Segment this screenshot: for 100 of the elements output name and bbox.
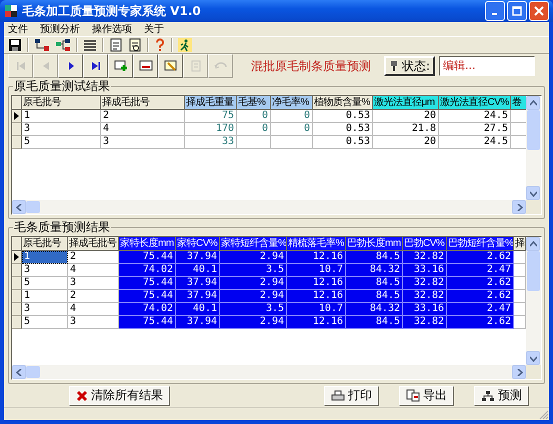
horizontal-scrollbar[interactable] bbox=[12, 200, 526, 214]
table-cell: 3 bbox=[22, 264, 68, 278]
scroll-down-button[interactable] bbox=[526, 186, 540, 200]
scroll-thumb[interactable] bbox=[527, 110, 540, 150]
navigator-button[interactable] bbox=[158, 54, 183, 78]
scroll-left-button[interactable] bbox=[12, 200, 26, 214]
table-cell: 2.62 bbox=[447, 277, 514, 290]
menu-item[interactable]: 文件 bbox=[8, 22, 28, 36]
minimize-button[interactable] bbox=[485, 1, 505, 21]
table-cell: 5 bbox=[22, 316, 68, 330]
table-cell: 2.94 bbox=[220, 251, 287, 264]
column-header[interactable]: 巴勃CV% bbox=[403, 237, 447, 252]
scroll-thumb[interactable] bbox=[26, 201, 40, 214]
list-icon[interactable] bbox=[83, 38, 97, 52]
table-cell bbox=[237, 136, 271, 150]
table-cell: 84.5 bbox=[346, 316, 403, 330]
row-indicator[interactable] bbox=[12, 251, 22, 264]
status-field[interactable]: 编辑... bbox=[439, 56, 535, 76]
navigator-button[interactable] bbox=[58, 54, 83, 78]
navigator-button[interactable] bbox=[108, 54, 133, 78]
row-indicator[interactable] bbox=[12, 110, 22, 124]
scrollbar-corner bbox=[526, 365, 541, 380]
column-header[interactable]: 择成毛批号 bbox=[68, 237, 119, 252]
table-cell: 33 bbox=[185, 136, 237, 150]
scroll-right-button[interactable] bbox=[512, 365, 526, 380]
edit-record-icon bbox=[164, 60, 178, 72]
vertical-scrollbar[interactable] bbox=[526, 237, 541, 380]
table-cell: 12.16 bbox=[287, 290, 346, 304]
horizontal-scrollbar[interactable] bbox=[12, 365, 526, 380]
column-header[interactable]: 择成毛批号 bbox=[101, 96, 185, 110]
help-icon[interactable] bbox=[154, 38, 166, 52]
column-header[interactable]: 净毛率% bbox=[271, 96, 313, 110]
navigator-button[interactable] bbox=[133, 54, 158, 78]
column-header[interactable]: 植物质含量% bbox=[313, 96, 373, 110]
column-header[interactable]: 家特短纤含量% bbox=[220, 237, 287, 252]
navigator-button[interactable] bbox=[83, 54, 108, 78]
scroll-down-button[interactable] bbox=[526, 351, 540, 366]
clear-button[interactable]: 清除所有结果 bbox=[69, 386, 170, 406]
table-cell: 2.47 bbox=[447, 303, 514, 316]
column-header[interactable]: 毛基% bbox=[237, 96, 271, 110]
table-cell: 0 bbox=[271, 123, 313, 136]
table-cell: 1 bbox=[22, 290, 68, 304]
scroll-up-button[interactable] bbox=[526, 237, 540, 252]
status-button[interactable]: 状态: bbox=[384, 56, 435, 76]
table-cell: 33.16 bbox=[403, 303, 447, 316]
export-button[interactable]: 导出 bbox=[399, 386, 454, 406]
resize-grip-icon[interactable] bbox=[539, 410, 549, 420]
printer-icon bbox=[331, 390, 345, 402]
column-header[interactable]: 原毛批号 bbox=[22, 96, 101, 110]
table-cell: 40.1 bbox=[176, 303, 220, 316]
table-cell: 2.62 bbox=[447, 290, 514, 304]
scroll-left-button[interactable] bbox=[12, 365, 26, 380]
column-header[interactable]: 择成毛重量 bbox=[185, 96, 237, 110]
hierarchy-icon bbox=[481, 390, 495, 402]
column-header[interactable]: 激光法直径CV% bbox=[439, 96, 511, 110]
table-cell: 75.44 bbox=[119, 251, 176, 264]
network-icon[interactable] bbox=[34, 38, 50, 52]
table-cell: 4 bbox=[101, 123, 185, 136]
table-cell: 10.7 bbox=[287, 264, 346, 278]
scroll-right-button[interactable] bbox=[512, 200, 526, 214]
menu-item[interactable]: 预测分析 bbox=[40, 22, 80, 36]
column-header[interactable]: 家特CV% bbox=[176, 237, 220, 252]
table-cell: 37.94 bbox=[176, 277, 220, 290]
table-cell: 3 bbox=[22, 123, 101, 136]
table-cell: 10.7 bbox=[287, 303, 346, 316]
scroll-up-button[interactable] bbox=[526, 96, 540, 110]
column-header[interactable]: 原毛批号 bbox=[22, 237, 68, 252]
table-cell: 24.5 bbox=[439, 136, 511, 150]
menu-item[interactable]: 操作选项 bbox=[92, 22, 132, 36]
print-button[interactable]: 打印 bbox=[324, 386, 379, 406]
column-header[interactable]: 巴勃短纤含量% bbox=[447, 237, 514, 252]
table-cell: 12.16 bbox=[287, 316, 346, 330]
vertical-scrollbar[interactable] bbox=[526, 96, 541, 214]
column-header[interactable]: 择 bbox=[514, 237, 526, 252]
column-header[interactable]: 卷 bbox=[511, 96, 526, 110]
menu-item[interactable]: 关于 bbox=[144, 22, 164, 36]
table-cell: 40.1 bbox=[176, 264, 220, 278]
network-icon[interactable] bbox=[55, 38, 71, 52]
column-header[interactable]: 巴勃长度mm bbox=[346, 237, 403, 252]
document-icon[interactable] bbox=[109, 38, 123, 52]
column-header[interactable]: 精梳落毛率% bbox=[287, 237, 346, 252]
running-figure-icon[interactable] bbox=[178, 38, 192, 52]
maximize-button[interactable] bbox=[507, 1, 527, 21]
table-cell: 2.94 bbox=[220, 316, 287, 330]
table-cell: 0 bbox=[237, 123, 271, 136]
table-cell: 84.32 bbox=[346, 264, 403, 278]
document-icon[interactable] bbox=[128, 38, 142, 52]
predict-button[interactable]: 预测 bbox=[474, 386, 529, 406]
table-cell: 1 bbox=[22, 110, 101, 124]
scroll-thumb[interactable] bbox=[527, 251, 540, 292]
scroll-thumb[interactable] bbox=[26, 366, 40, 378]
table-cell: 2.62 bbox=[447, 316, 514, 330]
column-header[interactable]: 家特长度mm bbox=[119, 237, 176, 252]
save-icon[interactable] bbox=[8, 38, 22, 52]
table-cell: 5 bbox=[22, 277, 68, 290]
close-button[interactable] bbox=[529, 1, 549, 21]
table-cell: 84.5 bbox=[346, 251, 403, 264]
table-cell: 20 bbox=[373, 110, 439, 124]
column-header[interactable]: 激光法直径μm bbox=[373, 96, 439, 110]
table-cell: 84.5 bbox=[346, 290, 403, 304]
